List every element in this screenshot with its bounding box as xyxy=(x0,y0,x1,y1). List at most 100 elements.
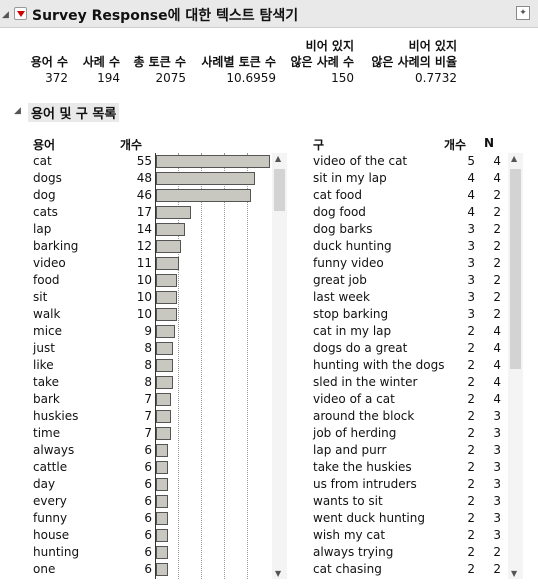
phrase-count: 2 xyxy=(467,426,475,440)
term-label[interactable]: take xyxy=(33,374,59,391)
disclosure-triangle-icon[interactable]: ◢ xyxy=(14,106,21,116)
phrase-label[interactable]: video of a cat xyxy=(313,391,395,408)
scroll-down-icon[interactable]: ▼ xyxy=(511,569,517,578)
term-label[interactable]: bark xyxy=(33,391,60,408)
phrase-n: 2 xyxy=(493,205,501,219)
phrase-label[interactable]: wants to sit xyxy=(313,493,383,510)
phrase-label[interactable]: take the huskies xyxy=(313,459,412,476)
phrase-label[interactable]: great job xyxy=(313,272,367,289)
phrase-label[interactable]: went duck hunting xyxy=(313,510,425,527)
phrase-label[interactable]: sit in my lap xyxy=(313,170,387,187)
phrase-n: 2 xyxy=(493,562,501,576)
term-label[interactable]: time xyxy=(33,425,60,442)
disclosure-triangle-icon[interactable]: ◢ xyxy=(2,10,9,20)
term-label[interactable]: food xyxy=(33,272,60,289)
terms-scrollbar[interactable]: ▲ ▼ xyxy=(272,153,287,579)
phrase-label[interactable]: job of herding xyxy=(313,425,396,442)
phrase-n: 4 xyxy=(493,154,501,168)
term-label[interactable]: just xyxy=(33,340,55,357)
term-label[interactable]: cattle xyxy=(33,459,67,476)
scroll-thumb[interactable] xyxy=(274,169,285,211)
phrase-label[interactable]: us from intruders xyxy=(313,476,417,493)
phrase-n: 3 xyxy=(493,511,501,525)
term-bar xyxy=(156,240,181,253)
term-count: 6 xyxy=(144,528,152,542)
phrases-col-phrase[interactable]: 구 xyxy=(313,136,324,153)
phrase-count: 2 xyxy=(467,409,475,423)
phrase-label[interactable]: cat chasing xyxy=(313,561,382,578)
phrase-count: 4 xyxy=(467,188,475,202)
phrase-label[interactable]: duck hunting xyxy=(313,238,392,255)
term-count: 48 xyxy=(136,171,152,185)
terms-col-term[interactable]: 용어 xyxy=(33,136,55,153)
phrase-n: 4 xyxy=(493,324,501,338)
term-label[interactable]: funny xyxy=(33,510,67,527)
scroll-down-icon[interactable]: ▼ xyxy=(275,569,281,578)
term-label[interactable]: always xyxy=(33,442,74,459)
phrase-n: 2 xyxy=(493,545,501,559)
term-label[interactable]: house xyxy=(33,527,69,544)
term-label[interactable]: mice xyxy=(33,323,62,340)
phrase-count: 2 xyxy=(467,477,475,491)
phrase-label[interactable]: around the block xyxy=(313,408,414,425)
term-label[interactable]: dog xyxy=(33,187,56,204)
term-count: 17 xyxy=(136,205,152,219)
scroll-up-icon[interactable]: ▲ xyxy=(275,154,281,163)
phrase-label[interactable]: funny video xyxy=(313,255,384,272)
term-bar xyxy=(156,325,175,338)
term-bar xyxy=(156,172,255,185)
term-label[interactable]: barking xyxy=(33,238,78,255)
scroll-thumb[interactable] xyxy=(510,169,521,369)
term-label[interactable]: lap xyxy=(33,221,51,238)
term-label[interactable]: dogs xyxy=(33,170,62,187)
phrases-scrollbar[interactable]: ▲ ▼ xyxy=(508,153,523,579)
phrase-n: 2 xyxy=(493,222,501,236)
phrase-label[interactable]: dog food xyxy=(313,204,366,221)
phrase-label[interactable]: last week xyxy=(313,289,370,306)
phrases-col-n[interactable]: N xyxy=(484,136,494,150)
term-label[interactable]: hunting xyxy=(33,544,79,561)
phrase-label[interactable]: always trying xyxy=(313,544,393,561)
pin-icon[interactable]: ✦ xyxy=(516,6,530,20)
phrase-count: 5 xyxy=(467,154,475,168)
phrase-n: 3 xyxy=(493,528,501,542)
summary-header-line1 xyxy=(201,38,276,54)
section-header[interactable]: ◢ 용어 및 구 목록 xyxy=(14,101,154,123)
term-label[interactable]: huskies xyxy=(33,408,78,425)
term-count: 46 xyxy=(136,188,152,202)
terms-col-count[interactable]: 개수 xyxy=(120,136,142,153)
phrase-label[interactable]: hunting with the dogs xyxy=(313,357,445,374)
term-label[interactable]: video xyxy=(33,255,66,272)
phrase-label[interactable]: cat food xyxy=(313,187,362,204)
summary-value: 194 xyxy=(97,71,120,85)
term-count: 55 xyxy=(136,154,152,168)
term-bar xyxy=(156,155,270,168)
red-triangle-icon[interactable] xyxy=(14,7,27,20)
term-bar xyxy=(156,563,168,576)
phrase-label[interactable]: dogs do a great xyxy=(313,340,407,357)
term-count: 6 xyxy=(144,443,152,457)
phrase-count: 2 xyxy=(467,545,475,559)
summary-header-line1 xyxy=(133,38,186,54)
term-label[interactable]: cats xyxy=(33,204,58,221)
scroll-up-icon[interactable]: ▲ xyxy=(511,154,517,163)
phrase-label[interactable]: dog barks xyxy=(313,221,373,238)
phrase-label[interactable]: wish my cat xyxy=(313,527,385,544)
term-label[interactable]: every xyxy=(33,493,67,510)
term-label[interactable]: sit xyxy=(33,289,47,306)
phrase-label[interactable]: sled in the winter xyxy=(313,374,417,391)
term-label[interactable]: cat xyxy=(33,153,52,170)
phrase-count: 3 xyxy=(467,256,475,270)
phrase-label[interactable]: video of the cat xyxy=(313,153,407,170)
term-label[interactable]: day xyxy=(33,476,55,493)
term-label[interactable]: one xyxy=(33,561,55,578)
phrase-label[interactable]: stop barking xyxy=(313,306,388,323)
term-label[interactable]: walk xyxy=(33,306,60,323)
summary-header-line1 xyxy=(31,38,68,54)
phrase-label[interactable]: cat in my lap xyxy=(313,323,391,340)
term-bar xyxy=(156,529,168,542)
phrase-label[interactable]: lap and purr xyxy=(313,442,386,459)
term-count: 10 xyxy=(136,307,152,321)
term-label[interactable]: like xyxy=(33,357,54,374)
phrases-col-count[interactable]: 개수 xyxy=(444,136,466,153)
